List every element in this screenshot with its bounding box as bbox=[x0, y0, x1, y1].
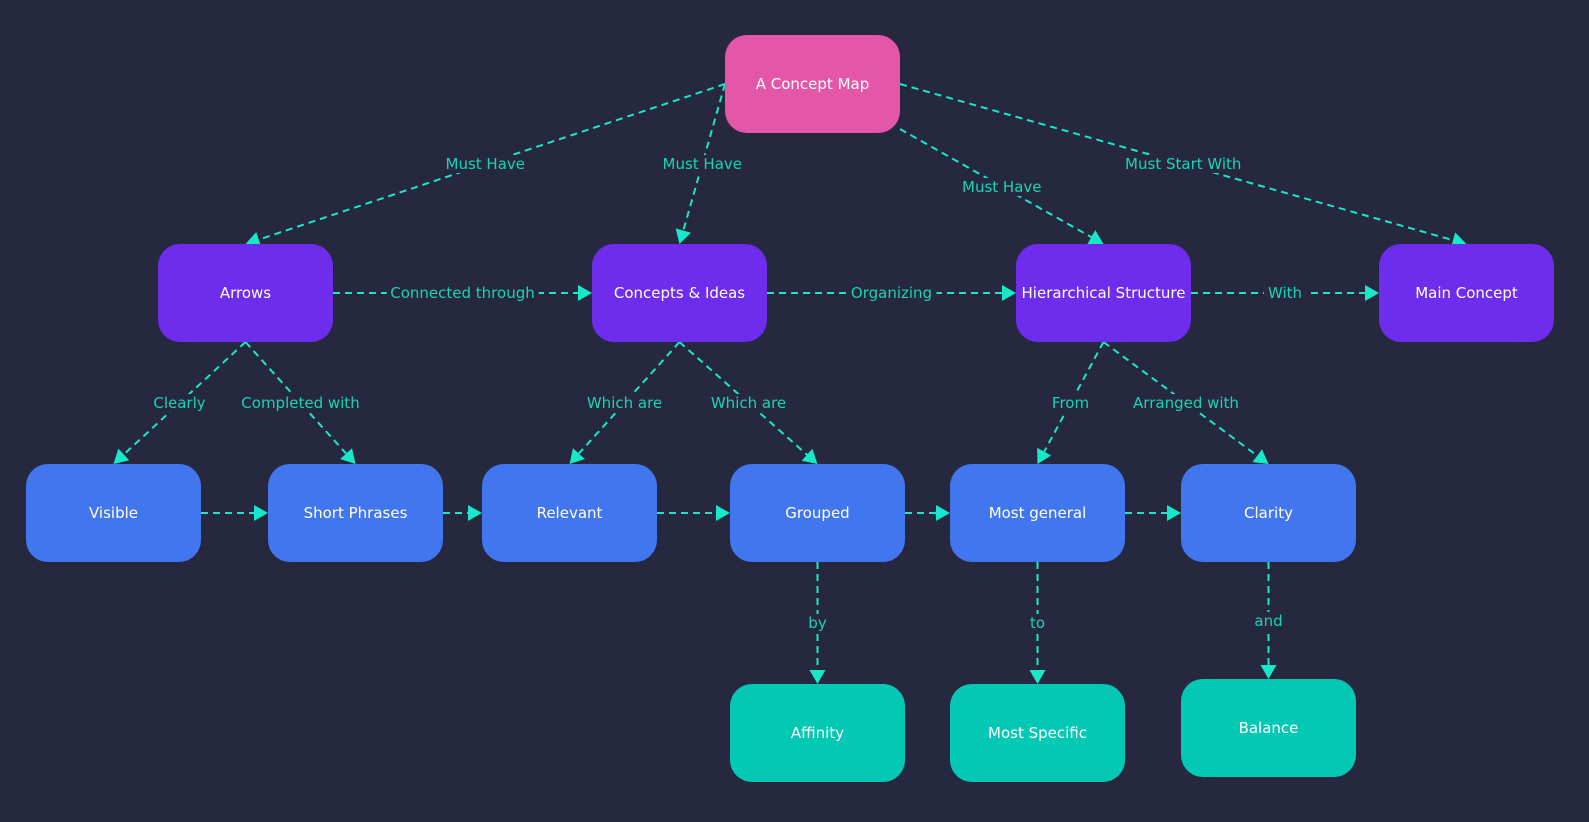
edge-label: Connected through bbox=[386, 284, 539, 302]
node-label: Main Concept bbox=[1415, 284, 1518, 302]
node-label: Arrows bbox=[219, 284, 272, 302]
node-label: Grouped bbox=[785, 504, 850, 522]
arrowhead-icon bbox=[578, 285, 592, 301]
edge-label: to bbox=[1025, 614, 1050, 632]
node-most-specific[interactable]: Most Specific bbox=[950, 684, 1125, 782]
edge-label: Must Have bbox=[441, 155, 529, 173]
node-clarity[interactable]: Clarity bbox=[1181, 464, 1356, 562]
node-visible[interactable]: Visible bbox=[26, 464, 201, 562]
node-label: Clarity bbox=[1244, 504, 1293, 522]
node-label: Visible bbox=[89, 504, 138, 522]
node-relevant[interactable]: Relevant bbox=[482, 464, 657, 562]
node-label: A Concept Map bbox=[755, 75, 870, 93]
edge-label: Which are bbox=[582, 394, 667, 412]
arrowhead-icon bbox=[1252, 449, 1269, 464]
node-label: Balance bbox=[1238, 719, 1299, 737]
edge-label: Must Have bbox=[958, 177, 1046, 196]
edge-label: Which are bbox=[706, 394, 791, 412]
node-label: Hierarchical Structure bbox=[1021, 284, 1186, 302]
node-main-concept[interactable]: Main Concept bbox=[1379, 244, 1554, 342]
node-label: Short Phrases bbox=[303, 504, 408, 522]
arrowhead-icon bbox=[254, 505, 268, 521]
arrowhead-icon bbox=[716, 505, 730, 521]
arrowhead-icon bbox=[468, 505, 482, 521]
arrowhead-icon bbox=[1167, 505, 1181, 521]
edge-label: and bbox=[1250, 611, 1287, 630]
edge-label: Clearly bbox=[149, 394, 210, 412]
node-hierarchical-structure[interactable]: Hierarchical Structure bbox=[1016, 244, 1191, 342]
edge-label: Organizing bbox=[846, 284, 937, 302]
edge-label: From bbox=[1047, 394, 1094, 412]
edge-label: Completed with bbox=[237, 394, 364, 412]
node-label: Most general bbox=[988, 504, 1087, 522]
node-label: Most Specific bbox=[988, 724, 1087, 742]
node-short-phrases[interactable]: Short Phrases bbox=[268, 464, 443, 562]
node-concepts-and-ideas[interactable]: Concepts & Ideas bbox=[592, 244, 767, 342]
node-label: Concepts & Ideas bbox=[613, 284, 746, 302]
edge-label: Must Have bbox=[658, 155, 746, 173]
arrowhead-icon bbox=[809, 670, 826, 684]
node-affinity[interactable]: Affinity bbox=[730, 684, 905, 782]
arrowhead-icon bbox=[1365, 285, 1379, 301]
arrowhead-icon bbox=[675, 228, 692, 244]
arrowhead-icon bbox=[1029, 670, 1046, 684]
node-label: Relevant bbox=[536, 504, 603, 522]
node-grouped[interactable]: Grouped bbox=[730, 464, 905, 562]
node-arrows[interactable]: Arrows bbox=[158, 244, 333, 342]
edge-label: Must Start With bbox=[1121, 155, 1246, 173]
arrowhead-icon bbox=[801, 448, 818, 464]
arrowhead-icon bbox=[1260, 665, 1277, 679]
edge-label: Arranged with bbox=[1129, 394, 1243, 412]
node-most-general[interactable]: Most general bbox=[950, 464, 1125, 562]
arrowhead-icon bbox=[936, 505, 950, 521]
edge-label: by bbox=[804, 614, 831, 632]
arrowhead-icon bbox=[1002, 285, 1016, 301]
node-balance[interactable]: Balance bbox=[1181, 679, 1356, 777]
node-label: Affinity bbox=[790, 724, 845, 742]
node-a-concept-map[interactable]: A Concept Map bbox=[725, 35, 900, 133]
edge-label: With bbox=[1263, 284, 1307, 302]
